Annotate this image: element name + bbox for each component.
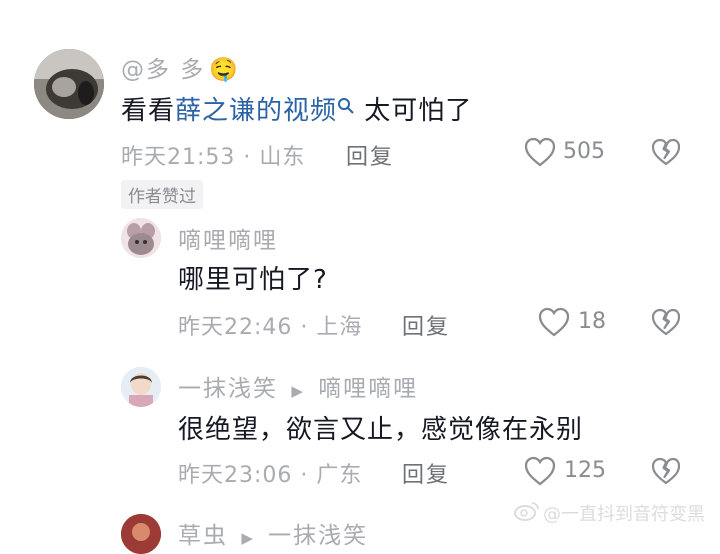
reply-meta: 昨天22:46 · 上海 [178,315,363,340]
author-liked-badge: 作者赞过 [121,180,203,209]
reply-button[interactable]: 回复 [346,139,394,171]
comment-meta: 昨天21:53 · 山东 [121,145,306,170]
reply-meta: 昨天23:06 · 广东 [178,463,363,488]
reply-button[interactable]: 回复 [402,457,450,489]
reply-username[interactable]: 嘀哩嘀哩 [178,221,278,255]
like-count: 505 [563,139,605,164]
reply-button[interactable]: 回复 [402,309,450,341]
reply-username[interactable]: 草虫 ▶ 一抹浅笑 [178,516,368,550]
comment-username[interactable]: @多 多 🤤 [121,50,240,84]
broken-heart-icon [651,308,681,336]
drool-emoji-icon: 🤤 [209,57,240,83]
like-count: 18 [578,309,606,334]
avatar[interactable] [121,218,161,258]
watermark-text: @一直抖到音符变黑 [543,504,705,525]
dislike-button[interactable] [650,307,682,341]
heart-outline-icon [523,455,557,491]
avatar[interactable] [121,367,161,407]
avatar[interactable] [34,49,104,119]
heart-outline-icon [537,306,571,342]
comment-text: 看看薛之谦的视频 太可怕了 [121,90,472,127]
broken-heart-icon [651,457,681,485]
search-link[interactable]: 薛之谦的视频 [175,96,337,126]
dislike-button[interactable] [650,137,682,171]
like-count: 125 [564,458,606,483]
heart-outline-icon [523,136,557,172]
reply-target-username[interactable]: 一抹浅笑 [268,523,368,549]
reply-text: 哪里可怕了? [178,265,328,295]
weibo-logo-icon [514,500,540,526]
dislike-button[interactable] [650,456,682,490]
reply-username[interactable]: 一抹浅笑 ▶ 嘀哩嘀哩 [178,369,418,403]
reply-arrow-icon: ▶ [291,382,305,400]
reply-arrow-icon: ▶ [241,529,255,547]
reply-text: 很绝望，欲言又止，感觉像在永别 [178,415,584,445]
reply-target-username[interactable]: 嘀哩嘀哩 [318,376,418,402]
avatar[interactable] [121,514,161,554]
broken-heart-icon [651,138,681,166]
search-icon[interactable] [337,92,355,122]
